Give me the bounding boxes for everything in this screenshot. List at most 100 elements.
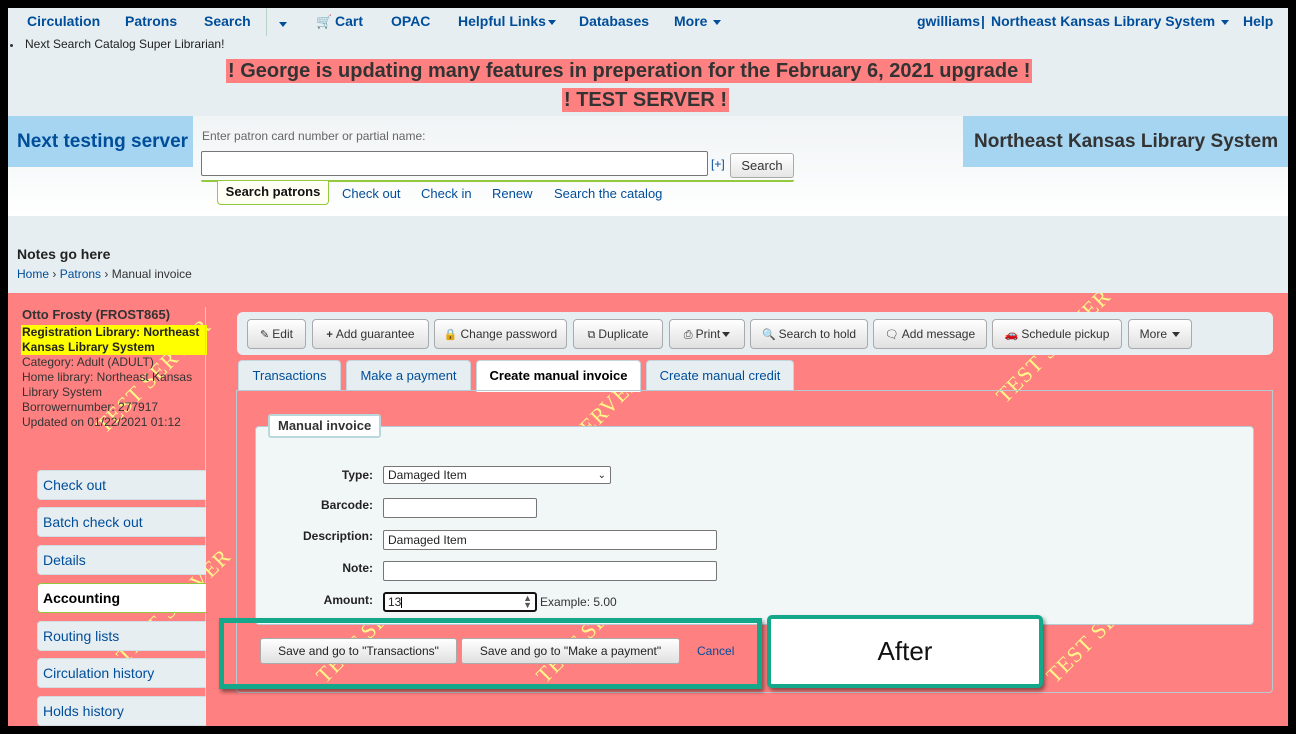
patron-updated: Updated on 01/22/2021 01:12 [22, 415, 181, 429]
cart-icon: 🛒 [316, 14, 333, 29]
sidebar-item-accounting[interactable]: Accounting [37, 583, 206, 613]
patron-home-library: Home library: Northeast Kansas Library S… [22, 370, 193, 399]
sidebar-item-check-out[interactable]: Check out [37, 470, 206, 500]
breadcrumb: Home › Patrons › Manual invoice [17, 267, 192, 281]
type-select[interactable]: Damaged Item ⌄ [383, 466, 611, 484]
nav-library[interactable]: Northeast Kansas Library System [991, 13, 1229, 29]
breadcrumb-separator: › [52, 267, 57, 281]
type-label: Type: [341, 468, 373, 482]
change-password-label: Change password [460, 327, 558, 341]
nav-databases[interactable]: Databases [579, 13, 649, 29]
patron-search-input[interactable] [201, 151, 708, 176]
nav-help[interactable]: Help [1243, 13, 1273, 29]
barcode-input[interactable] [383, 498, 537, 518]
patron-toolbar: ✎ Edit + Add guarantee 🔒 Change password ⧉ D… [237, 312, 1273, 355]
edit-label: Edit [272, 327, 293, 341]
schedule-pickup-button[interactable]: 🚗 Schedule pickup [992, 319, 1122, 349]
edit-button[interactable]: ✎ Edit [247, 319, 306, 349]
search-dropdown-toggle[interactable] [277, 16, 287, 31]
patron-search-label: Enter patron card number or partial name… [202, 129, 426, 143]
nav-more[interactable]: More [674, 13, 722, 29]
breadcrumb-separator: › [104, 267, 109, 281]
nav-user-separator: | [981, 13, 985, 29]
search-to-hold-button[interactable]: 🔍 Search to hold [750, 319, 868, 349]
pencil-icon: ✎ [260, 329, 270, 341]
add-message-button[interactable]: 🗨 Add message [873, 319, 987, 349]
nav-library-label: Northeast Kansas Library System [991, 13, 1216, 29]
type-selected-value: Damaged Item [388, 468, 467, 482]
tab-renew[interactable]: Renew [492, 186, 532, 201]
plus-icon: + [326, 329, 333, 341]
printer-icon: ⎙ [683, 329, 693, 341]
note-input[interactable] [383, 561, 717, 581]
tab-make-payment[interactable]: Make a payment [346, 360, 471, 391]
tab-create-manual-credit[interactable]: Create manual credit [646, 360, 794, 391]
caret-down-icon [547, 20, 556, 26]
duplicate-label: Duplicate [598, 327, 649, 341]
announcement: Next Search Catalog Super Librarian! [25, 37, 225, 51]
breadcrumb-patrons[interactable]: Patrons [60, 267, 101, 281]
registration-library: Registration Library: Northeast Kansas L… [21, 325, 207, 355]
barcode-label: Barcode: [320, 498, 373, 512]
search-icon: 🔍 [761, 329, 776, 341]
browser-viewport: Circulation Patrons Search 🛒 Cart OPAC H… [8, 8, 1288, 726]
sidebar-item-holds-history[interactable]: Holds history [37, 696, 206, 726]
logo-left[interactable]: Next testing server [8, 116, 193, 167]
lock-icon: 🔒 [443, 329, 458, 341]
note-label: Note: [342, 561, 373, 575]
patron-name: Otto Frosty (FROST865) [22, 307, 171, 322]
tab-create-manual-invoice[interactable]: Create manual invoice [476, 360, 641, 392]
nav-circulation[interactable]: Circulation [27, 13, 100, 29]
nav-search[interactable]: Search [204, 13, 251, 29]
nav-user[interactable]: gwilliams [917, 13, 980, 29]
sidebar-item-details[interactable]: Details [37, 545, 206, 575]
duplicate-button[interactable]: ⧉ Duplicate [573, 319, 663, 349]
nav-cart[interactable]: Cart [335, 13, 363, 29]
copy-icon: ⧉ [587, 329, 596, 341]
manual-invoice-legend: Manual invoice [268, 414, 382, 438]
breadcrumb-current: Manual invoice [111, 267, 192, 281]
add-message-label: Add message [901, 327, 976, 341]
caret-down-icon [1172, 332, 1181, 338]
tab-search-catalog[interactable]: Search the catalog [554, 186, 662, 201]
description-input[interactable] [383, 530, 717, 550]
more-label: More [1139, 327, 1167, 341]
search-expand-link[interactable]: [+] [711, 157, 725, 171]
print-label: Print [695, 327, 721, 341]
speech-bubble-icon: 🗨 [884, 329, 899, 341]
add-guarantee-button[interactable]: + Add guarantee [312, 319, 429, 349]
more-button[interactable]: More [1128, 319, 1192, 349]
notes-band [8, 216, 1288, 293]
logo-right: Northeast Kansas Library System [963, 116, 1288, 167]
amount-input[interactable]: 13 ▲ ▼ [383, 592, 537, 612]
spinner-icon[interactable]: ▲ ▼ [523, 594, 532, 610]
search-button[interactable]: Search [730, 153, 794, 178]
tab-transactions[interactable]: Transactions [238, 360, 341, 391]
nav-more-label: More [674, 13, 708, 29]
top-navigation: Circulation Patrons Search 🛒 Cart OPAC H… [8, 8, 1288, 36]
breadcrumb-home[interactable]: Home [17, 267, 49, 281]
description-label: Description: [302, 529, 373, 543]
patron-info: Otto Frosty (FROST865) Registration Libr… [21, 307, 207, 430]
caret-down-icon [279, 22, 287, 28]
change-password-button[interactable]: 🔒 Change password [434, 319, 567, 349]
sidebar-item-circulation-history[interactable]: Circulation history [37, 658, 206, 688]
main-content: TEST SERVER TEST SERVER TEST SERVER TEST… [8, 293, 1288, 726]
nav-helpful-links-label: Helpful Links [458, 13, 546, 29]
patron-category: Category: Adult (ADULT) [22, 355, 154, 369]
caret-down-icon [713, 20, 722, 26]
search-to-hold-label: Search to hold [778, 327, 857, 341]
car-icon: 🚗 [1004, 329, 1019, 341]
nav-opac[interactable]: OPAC [391, 13, 430, 29]
nav-patrons[interactable]: Patrons [125, 13, 177, 29]
bullet-icon [10, 44, 13, 47]
tab-check-out[interactable]: Check out [342, 186, 401, 201]
sidebar-item-routing-lists[interactable]: Routing lists [37, 621, 206, 651]
nav-helpful-links[interactable]: Helpful Links [458, 13, 556, 29]
print-button[interactable]: ⎙ Print [669, 319, 745, 349]
tab-search-patrons[interactable]: Search patrons [217, 181, 329, 205]
tab-check-in[interactable]: Check in [421, 186, 472, 201]
sidebar-item-batch-check-out[interactable]: Batch check out [37, 507, 206, 537]
amount-label: Amount: [323, 593, 373, 607]
chevron-down-icon: ⌄ [597, 470, 606, 481]
